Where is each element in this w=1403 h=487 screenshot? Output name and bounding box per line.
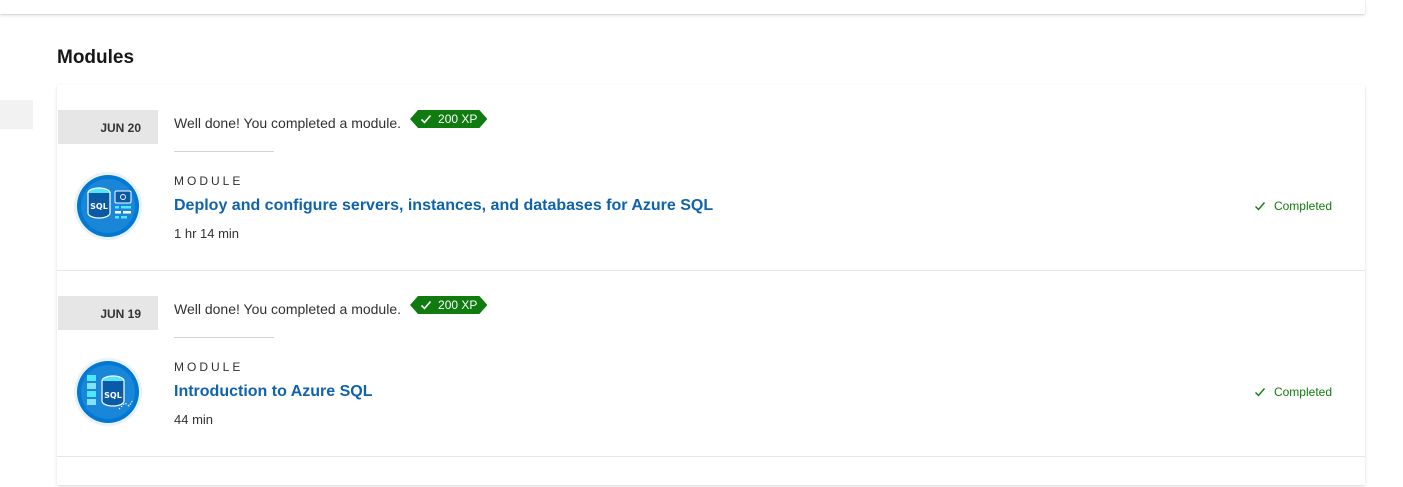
date-badge: JUN 19 [58,296,158,330]
achievement-text: Well done! You completed a module. [174,115,402,131]
check-icon [420,299,432,311]
divider [174,337,274,338]
achievement-row: Well done! You completed a module. 200 X… [174,112,487,134]
icon-text: SQL [104,391,122,400]
status-badge: Completed [1254,385,1332,399]
modules-list: JUN 20 Well done! You completed a module… [57,85,1365,485]
achievement-row: Well done! You completed a module. 200 X… [174,298,487,320]
list-item: JUN 20 Well done! You completed a module… [57,85,1365,271]
date-badge: JUN 20 [58,110,158,144]
list-item: JUN 19 Well done! You completed a module… [57,271,1365,457]
module-title-link[interactable]: Introduction to Azure SQL [174,383,373,401]
xp-value: 200 XP [438,298,478,312]
divider [174,151,274,152]
achievement-text: Well done! You completed a module. [174,301,402,317]
xp-value: 200 XP [438,112,478,126]
status-text: Completed [1273,199,1332,213]
check-icon [1254,388,1266,397]
status-text: Completed [1273,385,1332,399]
status-badge: Completed [1254,199,1332,213]
sql-database-icon: SQL [74,358,142,426]
check-icon [420,113,432,125]
xp-badge: 200 XP [410,296,487,314]
list-item [57,457,1365,487]
top-card [0,0,1365,14]
sidebar-tab[interactable] [0,100,33,129]
module-type-label: MODULE [174,174,244,188]
check-icon [1254,202,1266,211]
section-title: Modules [57,47,135,68]
xp-badge: 200 XP [410,110,487,128]
module-duration: 44 min [174,412,214,427]
icon-text: SQL [90,202,108,211]
module-type-label: MODULE [174,360,244,374]
sql-server-config-icon: SQL [74,172,142,240]
module-title-link[interactable]: Deploy and configure servers, instances,… [174,197,713,215]
module-duration: 1 hr 14 min [174,226,240,241]
